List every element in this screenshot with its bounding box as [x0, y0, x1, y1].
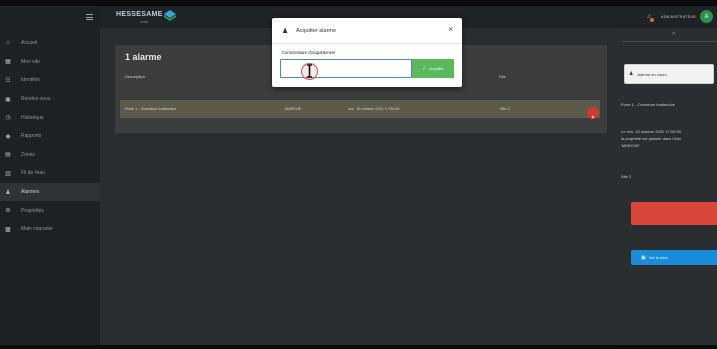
sidebar-item-alarmes[interactable]: ♟ Alarmes [0, 182, 100, 202]
sidebar-item-label: Main courante [21, 226, 53, 233]
sidebar-item-label: Mon site [21, 58, 40, 65]
acknowledge-button[interactable]: ✓ Acquitter [412, 59, 454, 78]
sidebar-item-label: Rapports [21, 133, 42, 140]
view-video-button[interactable]: ▣ Voir la vidéo [631, 250, 717, 265]
logo-mark-icon [164, 10, 176, 21]
acknowledge-button-label: Acquitter [429, 66, 444, 71]
page-title: 1 alarme [125, 52, 162, 62]
column-header-description[interactable]: Description [125, 74, 145, 79]
panel-alarm-detail-1: Le ven. 15 octobre 2021 17:04:59 [621, 129, 681, 134]
app-window: ⌂ Accueil ▦ Mon site ☷ Identités ▣ Rendez-vous ◷… [0, 6, 717, 345]
feed-icon: ▥ [5, 170, 11, 177]
avatar[interactable]: A [700, 10, 713, 23]
current-alarm-label: Alarme en cours [637, 71, 667, 77]
sidebar-item-label: Accueil [21, 40, 38, 47]
video-icon: ▣ [641, 254, 646, 261]
sidebar-item-historique[interactable]: ◷ Historique [0, 108, 100, 127]
panel-alarm-detail-2: la propriété est passée dans l'état [621, 136, 681, 141]
acknowledge-alarm-dialog: ♟ Acquitter alarme × Commentaire d'acqui… [272, 18, 462, 87]
panel-alarm-detail-3: 'MARCHE' [621, 143, 640, 148]
sidebar-item-label: Propriétés [21, 207, 44, 214]
sidebar-item-mon-site[interactable]: ▦ Mon site [0, 53, 100, 72]
panel-alarm-name: Porte 1 - Ouverture inattendue [621, 102, 676, 107]
users-icon: ☷ [5, 77, 11, 84]
bell-icon[interactable]: ♫ [646, 14, 655, 22]
menu-icon[interactable] [86, 14, 93, 20]
text-cursor-icon [307, 64, 312, 78]
sidebar-header [0, 6, 100, 28]
check-icon: ✓ [422, 65, 427, 72]
properties-icon: ⚙ [5, 208, 11, 215]
user-name[interactable]: ADMINISTRATEUR [661, 15, 696, 19]
sidebar-item-label: Alarmes [21, 189, 40, 196]
current-alarm-box: ♟ Alarme en cours [624, 64, 714, 84]
sidebar-item-identit-s[interactable]: ☷ Identités [0, 71, 100, 90]
app-logo[interactable]: HESSESAME [116, 11, 163, 18]
comment-label: Commentaire d'acquittement [282, 50, 336, 55]
sidebar-item-zones[interactable]: ▤ Zones [0, 146, 100, 165]
sidebar-item-label: Historique [21, 114, 44, 121]
alarm-icon: ♟ [5, 189, 11, 196]
alarm-bell-icon: ♟ [591, 115, 595, 119]
view-video-label: Voir la vidéo [648, 255, 668, 260]
panel-close-icon[interactable]: × [672, 31, 675, 37]
sidebar-item-rendez-vous[interactable]: ▣ Rendez-vous [0, 90, 100, 109]
dialog-title: Acquitter alarme [296, 28, 337, 34]
alarm-site: Site 2 [500, 107, 510, 111]
sidebar-item-propri-t-s[interactable]: ⚙ Propriétés [0, 201, 100, 220]
alarm-icon: ♟ [629, 71, 634, 77]
column-header-site[interactable]: Site [499, 74, 506, 79]
panel-action-button[interactable] [631, 202, 717, 225]
alarm-icon: ♟ [282, 28, 289, 35]
app-logo-subtitle: CUBE [140, 20, 149, 24]
table-row[interactable]: Porte 1 - Ouverture inattendue MARCHE ve… [120, 100, 600, 119]
comment-input[interactable] [280, 59, 412, 78]
sidebar-item-fil-de-l-eau[interactable]: ▥ Fil de l'eau [0, 164, 100, 183]
alarm-status: MARCHE [285, 107, 302, 111]
close-icon[interactable]: × [448, 25, 453, 34]
sidebar-item-rapports[interactable]: ◉ Rapports [0, 127, 100, 146]
sidebar-item-label: Fil de l'eau [21, 170, 46, 177]
history-icon: ◷ [5, 115, 11, 122]
calendar-icon: ▣ [5, 96, 11, 103]
sidebar-item-label: Rendez-vous [21, 96, 51, 103]
sidebar-item-label: Identités [21, 77, 40, 84]
acknowledge-alarm-button[interactable]: ♟ [587, 107, 599, 119]
sidebar-nav: ⌂ Accueil ▦ Mon site ☷ Identités ▣ Rendez-vous ◷… [0, 34, 100, 239]
sidebar-item-accueil[interactable]: ⌂ Accueil [0, 34, 100, 53]
user-menu[interactable]: ♫ ADMINISTRATEUR A [646, 10, 713, 23]
sidebar-item-main-courante[interactable]: ▩ Main courante [0, 220, 100, 239]
reports-icon: ◉ [5, 133, 11, 140]
sidebar-item-label: Zones [21, 151, 35, 158]
zones-icon: ▤ [5, 152, 11, 159]
logbook-icon: ▩ [5, 226, 11, 233]
alarm-description: Porte 1 - Ouverture inattendue [125, 107, 177, 111]
building-icon: ▦ [5, 59, 11, 66]
panel-site: Site 2 [621, 174, 632, 179]
alarm-date: ven. 15 octobre 2021 17:04:59 [348, 107, 400, 111]
home-icon: ⌂ [6, 40, 10, 47]
sidebar: ⌂ Accueil ▦ Mon site ☷ Identités ▣ Rendez-vous ◷… [0, 6, 100, 345]
notification-dot [650, 17, 655, 22]
dialog-header: ♟ Acquitter alarme × [272, 18, 462, 44]
divider [622, 41, 717, 42]
alarm-detail-panel: × ♟ Alarme en cours Porte 1 - Ouverture … [617, 28, 717, 345]
